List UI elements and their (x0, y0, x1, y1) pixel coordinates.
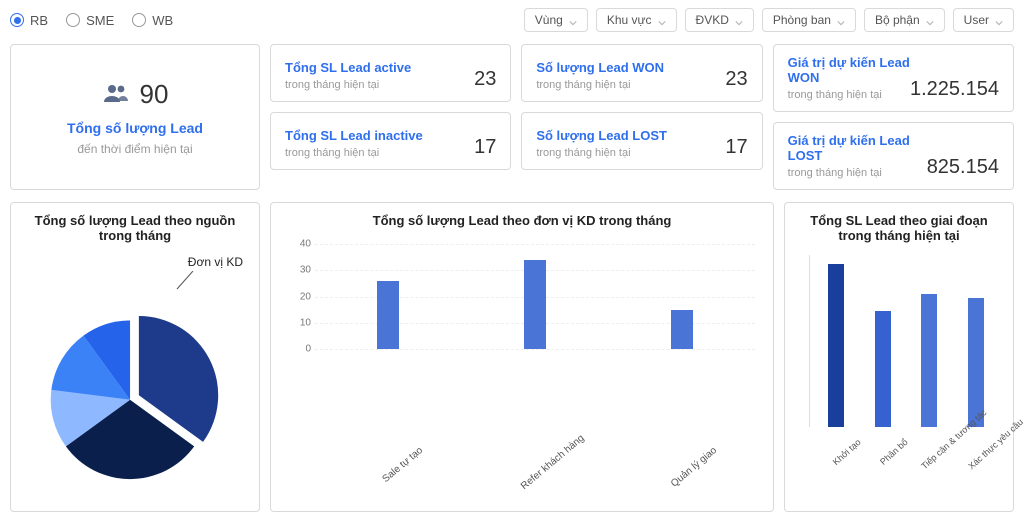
filter-vung[interactable]: Vùng (524, 8, 588, 32)
pie-annotation: Đơn vị KD (188, 255, 243, 269)
hero-subtitle: đến thời điểm hiện tại (77, 142, 192, 156)
filter-bar: Vùng Khu vực ĐVKD Phòng ban Bộ phận User (524, 8, 1014, 32)
chevron-down-icon (926, 16, 934, 24)
x-label: Refer khách hàng (519, 445, 601, 526)
filter-phongban-label: Phòng ban (773, 13, 831, 27)
radio-sme[interactable]: SME (66, 13, 114, 28)
bar (524, 260, 546, 349)
y-tick: 20 (287, 291, 311, 302)
filter-phongban[interactable]: Phòng ban (762, 8, 856, 32)
y-tick: 30 (287, 265, 311, 276)
bar-title: Tổng số lượng Lead theo đơn vị KD trong … (281, 213, 763, 228)
stat-lost-val-sub: trong tháng hiện tại (788, 167, 927, 179)
stat-inactive-value: 17 (474, 136, 496, 159)
x-label: Quản lý giao (666, 445, 748, 526)
stat-won-val-value: 1.225.154 (910, 78, 999, 101)
y-tick: 10 (287, 317, 311, 328)
chevron-down-icon (735, 16, 743, 24)
y-tick: 40 (287, 239, 311, 250)
stat-active-sub: trong tháng hiện tại (285, 79, 411, 91)
stat-active: Tổng SL Lead active trong tháng hiện tại… (270, 44, 511, 102)
stat-active-value: 23 (474, 68, 496, 91)
bar (377, 281, 399, 349)
chevron-down-icon (569, 16, 577, 24)
stat-inactive-sub: trong tháng hiện tại (285, 147, 423, 159)
users-icon (102, 83, 130, 106)
radio-wb[interactable]: WB (132, 13, 173, 28)
radio-sme-label: SME (86, 13, 114, 28)
stat-inactive-title: Tổng SL Lead inactive (285, 128, 423, 143)
filter-bophan[interactable]: Bộ phận (864, 8, 945, 32)
hero-card: 90 Tổng số lượng Lead đến thời điểm hiện… (10, 44, 260, 190)
filter-khuvuc[interactable]: Khu vực (596, 8, 677, 32)
stat-lost-val: Giá trị dự kiến Lead LOST trong tháng hi… (773, 122, 1014, 190)
stage-title: Tổng SL Lead theo giai đoạn trong tháng … (795, 213, 1003, 243)
bar (671, 310, 693, 349)
stat-lost-value: 17 (725, 136, 747, 159)
stat-won-val-sub: trong tháng hiện tại (788, 89, 910, 101)
segment-radios: RB SME WB (10, 13, 173, 28)
pie-panel: Tổng số lượng Lead theo nguồn trong thán… (10, 202, 260, 512)
bar (921, 294, 937, 427)
pie-title: Tổng số lượng Lead theo nguồn trong thán… (21, 213, 249, 243)
radio-wb-label: WB (152, 13, 173, 28)
stat-lost-val-title: Giá trị dự kiến Lead LOST (788, 133, 927, 163)
filter-bophan-label: Bộ phận (875, 13, 920, 27)
stat-lost-sub: trong tháng hiện tại (536, 147, 667, 159)
filter-vung-label: Vùng (535, 13, 563, 27)
stage-panel: Tổng SL Lead theo giai đoạn trong tháng … (784, 202, 1014, 512)
stat-won-val: Giá trị dự kiến Lead WON trong tháng hiệ… (773, 44, 1014, 112)
filter-khuvuc-label: Khu vực (607, 13, 652, 27)
bar (828, 264, 844, 427)
x-label: Sale tự tạo (372, 445, 454, 526)
chevron-down-icon (658, 16, 666, 24)
stat-lost-title: Số lượng Lead LOST (536, 128, 667, 143)
stat-won-title: Số lượng Lead WON (536, 60, 664, 75)
filter-dvkd-label: ĐVKD (696, 13, 729, 27)
stat-won-val-title: Giá trị dự kiến Lead WON (788, 55, 910, 85)
stat-inactive: Tổng SL Lead inactive trong tháng hiện t… (270, 112, 511, 170)
y-tick: 0 (287, 344, 311, 355)
stat-won-value: 23 (725, 68, 747, 91)
stat-lost-val-value: 825.154 (927, 156, 999, 179)
stats-row: 90 Tổng số lượng Lead đến thời điểm hiện… (10, 44, 1014, 190)
charts-row: Tổng số lượng Lead theo nguồn trong thán… (10, 202, 1014, 512)
hero-value: 90 (140, 79, 169, 110)
stat-won: Số lượng Lead WON trong tháng hiện tại 2… (521, 44, 762, 102)
stat-won-sub: trong tháng hiện tại (536, 79, 664, 91)
top-bar: RB SME WB Vùng Khu vực ĐVKD Phòng ban Bộ (10, 8, 1014, 32)
bar-chart: 0 10 20 30 40 (281, 234, 763, 427)
chevron-down-icon (837, 16, 845, 24)
stat-lost: Số lượng Lead LOST trong tháng hiện tại … (521, 112, 762, 170)
bar-panel: Tổng số lượng Lead theo đơn vị KD trong … (270, 202, 774, 512)
filter-dvkd[interactable]: ĐVKD (685, 8, 754, 32)
radio-rb-label: RB (30, 13, 48, 28)
stage-chart: Khởi tạoPhân bổTiếp cận & tương tácXác t… (795, 249, 1003, 501)
radio-rb[interactable]: RB (10, 13, 48, 28)
stat-active-title: Tổng SL Lead active (285, 60, 411, 75)
bar (875, 311, 891, 427)
chevron-down-icon (995, 16, 1003, 24)
filter-user[interactable]: User (953, 8, 1014, 32)
hero-title: Tổng số lượng Lead (67, 120, 203, 136)
filter-user-label: User (964, 13, 989, 27)
x-label: Xác thực yêu cầu (966, 437, 1024, 508)
pie-chart: Đơn vị KD (21, 249, 249, 501)
